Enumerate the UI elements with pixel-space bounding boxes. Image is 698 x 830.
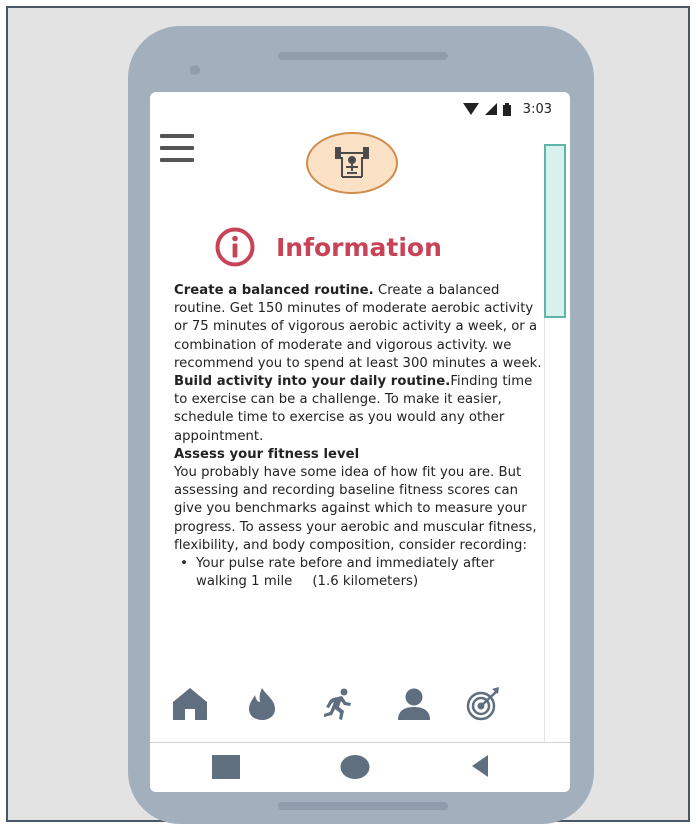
info-heading: Information [214, 224, 442, 270]
wifi-icon [462, 103, 479, 115]
battery-icon [502, 102, 511, 116]
speaker-grille [278, 52, 448, 60]
home-icon [173, 688, 207, 720]
section-heading: Create a balanced routine. [174, 283, 374, 298]
info-title: Information [276, 232, 442, 262]
target-icon [466, 687, 499, 721]
app-screen: 3:03 Information Create a balanced routi… [150, 92, 570, 792]
home-button[interactable] [340, 755, 370, 779]
recents-button[interactable] [212, 755, 240, 779]
system-navigation-bar [150, 743, 570, 792]
hamburger-menu-icon[interactable] [160, 134, 194, 162]
screenshot-frame: 3:03 Information Create a balanced routi… [6, 6, 690, 824]
section-create-routine: Create a balanced routine. Create a bala… [174, 282, 546, 373]
bullet-text: Your pulse rate before and immediately a… [196, 555, 546, 591]
front-camera [190, 65, 200, 75]
phone-device: 3:03 Information Create a balanced routi… [128, 26, 594, 824]
signal-icon [484, 103, 497, 115]
recents-square-icon [212, 755, 240, 779]
section-heading: Build activity into your daily routine. [174, 374, 451, 390]
weightlifter-icon [335, 147, 369, 178]
bottom-tab-bar [150, 676, 544, 728]
status-bar: 3:03 [462, 100, 552, 118]
bullet-marker: • [180, 556, 188, 572]
back-button[interactable] [472, 755, 488, 777]
status-time: 3:03 [522, 101, 552, 117]
tab-activity[interactable] [242, 684, 282, 724]
flame-icon [249, 688, 275, 720]
section-build-activity: Build activity into your daily routine.F… [174, 373, 546, 446]
bullet-extra-text: (1.6 kilometers) [312, 574, 419, 590]
info-circle-icon [215, 227, 255, 267]
tab-home[interactable] [170, 684, 210, 724]
profile-icon [398, 688, 430, 720]
bottom-bezel-bar [278, 802, 448, 810]
home-circle-icon [340, 755, 370, 779]
app-logo [306, 132, 398, 194]
scrollbar-thumb[interactable] [544, 144, 566, 318]
list-item: • Your pulse rate before and immediately… [174, 555, 546, 591]
back-triangle-icon [472, 755, 488, 777]
section-assess-heading: Assess your fitness level [174, 446, 546, 464]
section-assess-body: You probably have some idea of how fit y… [174, 465, 537, 553]
tab-profile[interactable] [394, 684, 434, 724]
info-content: Create a balanced routine. Create a bala… [174, 282, 546, 591]
runner-icon [324, 688, 351, 720]
tab-goals[interactable] [464, 684, 504, 724]
section-heading: Assess your fitness level [174, 446, 360, 462]
tab-workout[interactable] [318, 684, 358, 724]
